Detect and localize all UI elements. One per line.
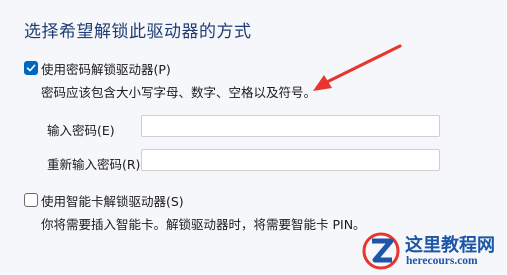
- smartcard-hint: 你将需要插入智能卡。解锁驱动器时，将需要智能卡 PIN。: [41, 217, 366, 232]
- smartcard-option-label[interactable]: 使用智能卡解锁驱动器(S): [41, 191, 184, 210]
- reenter-password-input[interactable]: [141, 149, 440, 171]
- page-title: 选择希望解锁此驱动器的方式: [24, 22, 252, 42]
- watermark-logo-icon: [362, 232, 400, 270]
- checkmark-icon: [26, 64, 36, 72]
- watermark-url: herecours.com: [406, 255, 478, 267]
- password-hint: 密码应该包含大小写字母、数字、空格以及符号。: [41, 85, 317, 100]
- password-checkbox[interactable]: [24, 61, 38, 75]
- annotation-arrow-icon: [313, 44, 402, 91]
- smartcard-checkbox[interactable]: [24, 193, 38, 207]
- reenter-password-field-label: 重新输入密码(R): [47, 157, 141, 172]
- watermark: 这里教程网 herecours.com: [360, 229, 500, 273]
- password-input[interactable]: [141, 115, 440, 137]
- watermark-title: 这里教程网: [405, 235, 495, 256]
- password-field-label: 输入密码(E): [47, 123, 115, 138]
- password-option-label[interactable]: 使用密码解锁驱动器(P): [41, 59, 171, 78]
